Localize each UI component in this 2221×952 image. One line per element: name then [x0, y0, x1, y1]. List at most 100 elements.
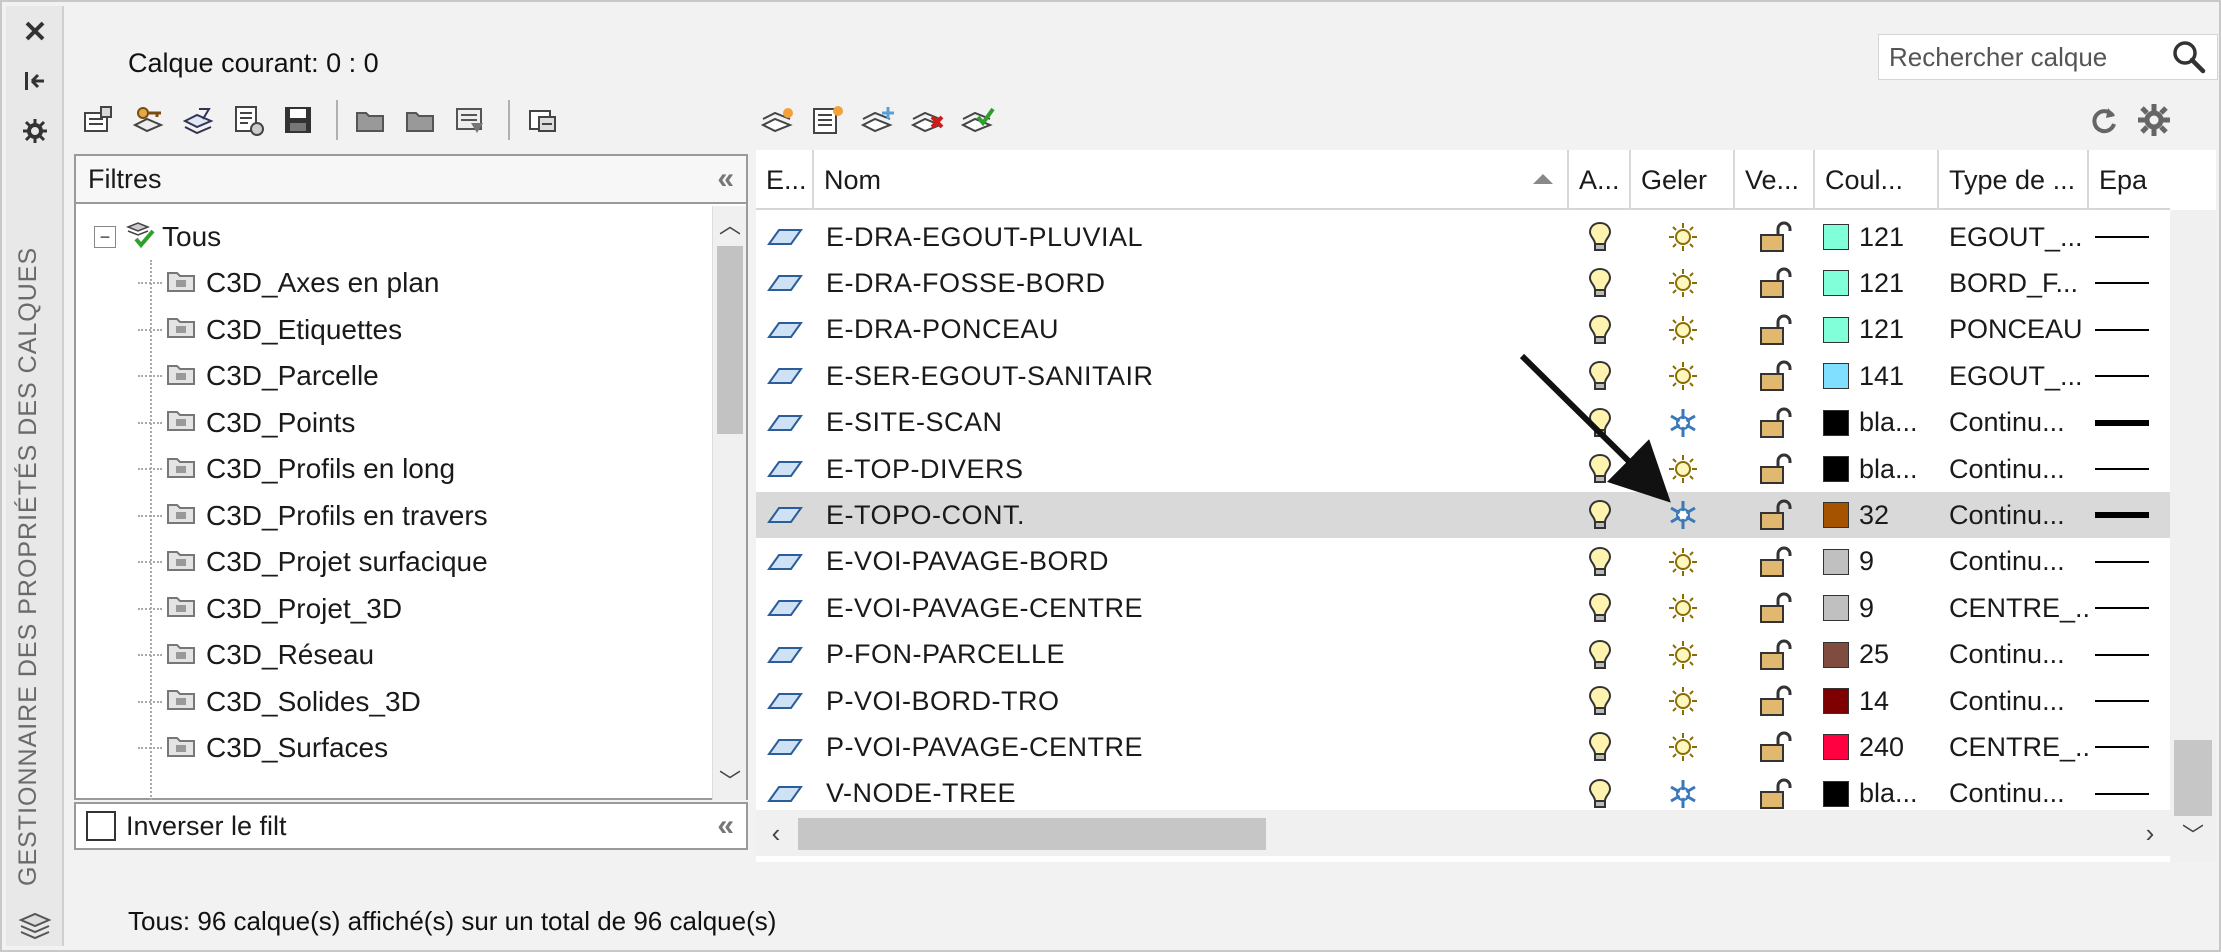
layer-color[interactable]: 121 — [1815, 260, 1939, 306]
properties-icon[interactable] — [18, 114, 52, 148]
new-property-filter-icon[interactable] — [76, 98, 120, 142]
layer-row[interactable]: E-SER-EGOUT-SANITAIR 141 EGOUT_... — [756, 353, 2170, 399]
filter-tree-item[interactable]: C3D_Projet surfacique — [138, 539, 488, 585]
grid-scroll-thumb[interactable] — [2174, 740, 2212, 816]
layer-name[interactable]: P-VOI-PAVAGE-CENTRE — [814, 724, 1569, 770]
lightbulb-on-icon[interactable] — [1569, 492, 1631, 538]
layer-lineweight[interactable] — [2089, 539, 2170, 585]
layer-freeze-icon[interactable] — [856, 98, 900, 142]
layer-row[interactable]: E-TOPO-CONT. 32 Continu... — [756, 492, 2170, 539]
layer-linetype[interactable]: Continu... — [1939, 678, 2089, 724]
padlock-unlocked-icon[interactable] — [1735, 400, 1815, 446]
scroll-right-icon[interactable]: › — [2130, 810, 2170, 856]
grid-horizontal-scrollbar[interactable]: ‹ › — [756, 810, 2170, 856]
padlock-unlocked-icon[interactable] — [1735, 307, 1815, 353]
autohide-icon[interactable] — [18, 64, 52, 98]
layer-color[interactable]: 9 — [1815, 539, 1939, 585]
filter-tree-item[interactable]: C3D_Axes en plan — [138, 260, 439, 306]
layer-status-icon[interactable] — [756, 400, 814, 446]
layer-color[interactable]: bla... — [1815, 446, 1939, 492]
sun-thawed-icon[interactable] — [1631, 446, 1735, 492]
padlock-unlocked-icon[interactable] — [1735, 353, 1815, 399]
col-linetype[interactable]: Type de ... — [1939, 150, 2089, 210]
new-group-filter-icon[interactable] — [126, 98, 170, 142]
layer-linetype[interactable]: EGOUT_... — [1939, 214, 2089, 260]
lightbulb-on-icon[interactable] — [1569, 214, 1631, 260]
layer-linetype[interactable]: CENTRE_... — [1939, 724, 2089, 770]
layer-linetype[interactable]: Continu... — [1939, 539, 2089, 585]
filter-tree-item[interactable]: C3D_Parcelle — [138, 353, 379, 399]
close-icon[interactable] — [18, 14, 52, 48]
layer-lineweight[interactable] — [2089, 307, 2170, 353]
layer-lineweight[interactable] — [2089, 260, 2170, 306]
padlock-unlocked-icon[interactable] — [1735, 724, 1815, 770]
sun-thawed-icon[interactable] — [1631, 724, 1735, 770]
folder-icon-1[interactable] — [348, 98, 392, 142]
padlock-unlocked-icon[interactable] — [1735, 492, 1815, 538]
layer-linetype[interactable]: CENTRE_... — [1939, 585, 2089, 631]
layer-row[interactable]: E-DRA-PONCEAU 121 PONCEAU — [756, 307, 2170, 353]
collapse-node-icon[interactable]: − — [94, 226, 116, 248]
lightbulb-on-icon[interactable] — [1569, 446, 1631, 492]
lightbulb-on-icon[interactable] — [1569, 678, 1631, 724]
layer-name[interactable]: E-DRA-PONCEAU — [814, 307, 1569, 353]
lightbulb-on-icon[interactable] — [1569, 585, 1631, 631]
grid-hscroll-thumb[interactable] — [798, 818, 1266, 850]
scroll-down-icon[interactable]: ﹀ — [713, 762, 747, 798]
invert-filter-checkbox[interactable] — [86, 811, 116, 841]
sun-thawed-icon[interactable] — [1631, 307, 1735, 353]
filters-scrollbar[interactable]: ︿ ﹀ — [712, 206, 746, 800]
layer-color[interactable]: 14 — [1815, 678, 1939, 724]
new-layer-vp-frozen-icon[interactable] — [806, 98, 850, 142]
layer-color[interactable]: 9 — [1815, 585, 1939, 631]
search-box[interactable] — [1878, 34, 2218, 80]
layer-lineweight[interactable] — [2089, 214, 2170, 260]
layer-status-icon[interactable] — [756, 539, 814, 585]
layer-linetype[interactable]: BORD_F... — [1939, 260, 2089, 306]
layer-name[interactable]: E-TOPO-CONT. — [814, 492, 1569, 538]
layer-status-icon[interactable] — [756, 307, 814, 353]
layer-status-icon[interactable] — [756, 214, 814, 260]
padlock-unlocked-icon[interactable] — [1735, 678, 1815, 724]
layer-linetype[interactable]: PONCEAU — [1939, 307, 2089, 353]
layer-row[interactable]: P-VOI-BORD-TRO 14 Continu... — [756, 678, 2170, 724]
layer-row[interactable]: E-DRA-FOSSE-BORD 121 BORD_F... — [756, 260, 2170, 306]
lightbulb-on-icon[interactable] — [1569, 400, 1631, 446]
layer-color[interactable]: 32 — [1815, 492, 1939, 538]
layer-name[interactable]: E-VOI-PAVAGE-CENTRE — [814, 585, 1569, 631]
col-color[interactable]: Coul... — [1815, 150, 1939, 210]
sun-thawed-icon[interactable] — [1631, 214, 1735, 260]
layer-status-icon[interactable] — [756, 678, 814, 724]
layer-linetype[interactable]: Continu... — [1939, 400, 2089, 446]
layer-name[interactable]: E-DRA-EGOUT-PLUVIAL — [814, 214, 1569, 260]
save-icon[interactable] — [276, 98, 320, 142]
filter-tree-item[interactable]: C3D_Profils en travers — [138, 493, 488, 539]
folder-icon-2[interactable] — [398, 98, 442, 142]
snowflake-frozen-icon[interactable] — [1631, 492, 1735, 538]
layer-lineweight[interactable] — [2089, 400, 2170, 446]
lightbulb-on-icon[interactable] — [1569, 724, 1631, 770]
lightbulb-on-icon[interactable] — [1569, 539, 1631, 585]
layer-lineweight[interactable] — [2089, 678, 2170, 724]
layer-linetype[interactable]: EGOUT_... — [1939, 353, 2089, 399]
col-on[interactable]: A... — [1569, 150, 1631, 210]
filter-tree-item[interactable]: C3D_Solides_3D — [138, 679, 421, 725]
filter-tree-item[interactable]: C3D_Profils en long — [138, 446, 455, 492]
padlock-unlocked-icon[interactable] — [1735, 632, 1815, 678]
col-freeze[interactable]: Geler — [1631, 150, 1735, 210]
filter-tree-item[interactable]: C3D_Surfaces — [138, 725, 388, 771]
col-lineweight[interactable]: Epa — [2089, 150, 2170, 210]
layer-row[interactable]: E-TOP-DIVERS bla... Continu... — [756, 446, 2170, 492]
new-layer-icon[interactable] — [756, 98, 800, 142]
layer-name[interactable]: E-SER-EGOUT-SANITAIR — [814, 353, 1569, 399]
filter-tree-item[interactable]: C3D_Projet_3D — [138, 586, 402, 632]
layer-color[interactable]: 25 — [1815, 632, 1939, 678]
layer-name[interactable]: E-DRA-FOSSE-BORD — [814, 260, 1569, 306]
layer-color[interactable]: 141 — [1815, 353, 1939, 399]
settings-icon[interactable] — [2132, 98, 2176, 142]
filter-tree-item[interactable]: C3D_Points — [138, 400, 355, 446]
save-layer-state-icon[interactable] — [226, 98, 270, 142]
sun-thawed-icon[interactable] — [1631, 632, 1735, 678]
sun-thawed-icon[interactable] — [1631, 585, 1735, 631]
layer-lineweight[interactable] — [2089, 632, 2170, 678]
